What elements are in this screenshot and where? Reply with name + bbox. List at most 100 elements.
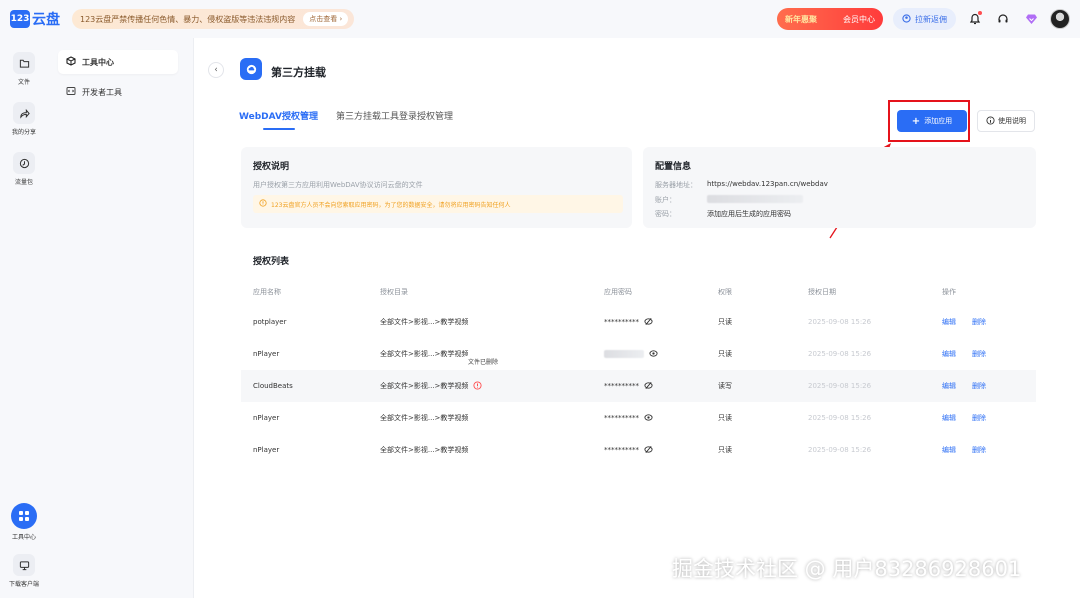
column-header: 授权目录: [380, 288, 408, 296]
rail-item-tool-center[interactable]: 工具中心: [0, 503, 48, 541]
avatar[interactable]: [1050, 9, 1070, 29]
notice-text: 123云盘严禁传播任何色情、暴力、侵权盗版等违法违规内容: [80, 14, 296, 24]
delete-button[interactable]: 删除: [972, 402, 986, 434]
invite-button[interactable]: 拉新返佣: [893, 8, 956, 30]
app-password-revealed-blurred: [604, 350, 644, 358]
app-password: **********: [604, 414, 639, 422]
eye-off-icon[interactable]: [644, 317, 653, 328]
config-label: 账户：: [655, 196, 676, 204]
eye-off-icon[interactable]: [644, 445, 653, 456]
sidebar-item-label: 开发者工具: [82, 87, 122, 97]
box-icon: [66, 56, 76, 68]
rail-item-files[interactable]: 文件: [0, 52, 48, 86]
edit-button[interactable]: 编辑: [942, 370, 956, 402]
auth-date: 2025-09-08 15:26: [808, 350, 872, 358]
security-warning: 123云盘官方人员不会向您索取应用密码，为了您的数据安全，请勿将应用密码告知任何…: [253, 195, 623, 213]
vip-diamond-icon[interactable]: [1022, 10, 1040, 28]
member-center-label: 会员中心: [843, 14, 875, 24]
config-card-title: 配置信息: [655, 162, 692, 172]
auth-dir: 全部文件>影视...>教学视频: [380, 382, 469, 390]
auth-dir: 全部文件>影视...>教学视频: [380, 446, 469, 454]
table-row[interactable]: nPlayer 全部文件>影视...>教学视频 只读 2025-09-08 15…: [241, 338, 1036, 370]
app-name: potplayer: [253, 318, 287, 326]
eye-icon[interactable]: [644, 413, 653, 424]
column-header: 授权日期: [808, 288, 836, 296]
sidebar-item-label: 工具中心: [82, 57, 114, 67]
rail-label: 流量包: [14, 179, 33, 186]
auth-date: 2025-09-08 15:26: [808, 382, 872, 390]
server-address[interactable]: https://webdav.123pan.cn/webdav: [707, 180, 828, 190]
table-row[interactable]: potplayer 全部文件>影视...>教学视频 ********** 只读 …: [241, 306, 1036, 338]
auth-dir: 全部文件>影视...>教学视频: [380, 414, 469, 422]
permission: 只读: [718, 414, 732, 422]
edit-button[interactable]: 编辑: [942, 306, 956, 338]
column-header: 操作: [942, 288, 956, 296]
eye-off-icon[interactable]: [644, 381, 653, 392]
deleted-warning-icon[interactable]: [473, 380, 482, 392]
notification-dot: [978, 11, 982, 15]
monitor-icon: [13, 554, 35, 576]
left-rail: 文件 我的分享 流量包 工具中心 下载客户端: [0, 38, 48, 598]
column-header: 权限: [718, 288, 732, 296]
folder-icon: [13, 52, 35, 74]
rail-label: 我的分享: [11, 129, 36, 136]
logo-text: 云盘: [32, 12, 60, 28]
auth-dir: 全部文件>影视...>教学视频: [380, 318, 469, 326]
edit-button[interactable]: 编辑: [942, 434, 956, 466]
rail-item-traffic[interactable]: 流量包: [0, 152, 48, 186]
edit-button[interactable]: 编辑: [942, 402, 956, 434]
secondary-sidebar: 工具中心 开发者工具: [48, 38, 194, 598]
delete-button[interactable]: 删除: [972, 306, 986, 338]
eye-icon[interactable]: [649, 349, 658, 360]
share-icon: [13, 102, 35, 124]
sidebar-item-developer-tools[interactable]: 开发者工具: [58, 80, 178, 104]
code-icon: [66, 86, 76, 98]
app-name: nPlayer: [253, 414, 280, 422]
rail-label: 文件: [17, 79, 30, 86]
grid-icon: [11, 503, 37, 529]
column-header: 应用密码: [604, 288, 632, 296]
auth-list-title: 授权列表: [253, 257, 290, 267]
invite-icon: [902, 13, 911, 25]
app-password: **********: [604, 382, 639, 390]
warning-icon: [259, 199, 267, 209]
account-blurred-value: [707, 195, 803, 203]
rail-item-shares[interactable]: 我的分享: [0, 102, 48, 136]
deleted-tooltip: 文件已删除: [465, 356, 502, 367]
rail-label: 工具中心: [11, 534, 36, 541]
delete-button[interactable]: 删除: [972, 434, 986, 466]
column-header: 应用名称: [253, 288, 281, 296]
config-row-password: 密码： 添加应用后生成的应用密码: [655, 209, 791, 219]
auth-date: 2025-09-08 15:26: [808, 446, 872, 454]
edit-button[interactable]: 编辑: [942, 338, 956, 370]
bell-icon[interactable]: [966, 10, 984, 28]
invite-label: 拉新返佣: [915, 14, 947, 24]
rail-item-download-client[interactable]: 下载客户端: [0, 554, 48, 588]
table-row[interactable]: nPlayer 全部文件>影视...>教学视频 ********** 只读 20…: [241, 434, 1036, 466]
auth-card-title: 授权说明: [253, 162, 290, 172]
app-name: CloudBeats: [253, 382, 293, 390]
top-bar: 123 云盘 123云盘严禁传播任何色情、暴力、侵权盗版等违法违规内容 点击查看…: [0, 0, 1080, 38]
password-hint: 添加应用后生成的应用密码: [707, 210, 791, 218]
config-row-server: 服务器地址： https://webdav.123pan.cn/webdav: [655, 180, 828, 190]
auth-date: 2025-09-08 15:26: [808, 318, 872, 326]
delete-button[interactable]: 删除: [972, 338, 986, 370]
member-promo-button[interactable]: 新年惠聚 会员中心: [777, 8, 883, 30]
auth-date: 2025-09-08 15:26: [808, 414, 872, 422]
delete-button[interactable]: 删除: [972, 370, 986, 402]
logo[interactable]: 123 云盘: [10, 9, 60, 29]
traffic-icon: [13, 152, 35, 174]
app-name: nPlayer: [253, 350, 280, 358]
main-panel: ‹ 第三方挂载 WebDAV授权管理 第三方挂载工具登录授权管理 + 添加应用 …: [194, 38, 1080, 598]
config-label: 服务器地址：: [655, 181, 697, 189]
sidebar-item-tool-center[interactable]: 工具中心: [58, 50, 178, 74]
notice-banner: 123云盘严禁传播任何色情、暴力、侵权盗版等违法违规内容 点击查看 ›: [72, 9, 355, 29]
notice-view-button[interactable]: 点击查看 ›: [303, 12, 349, 26]
headset-icon[interactable]: [994, 10, 1012, 28]
table-row[interactable]: nPlayer 全部文件>影视...>教学视频 ********** 只读 20…: [241, 402, 1036, 434]
app-password: **********: [604, 446, 639, 454]
app-password: **********: [604, 318, 639, 326]
permission: 只读: [718, 350, 732, 358]
table-row[interactable]: CloudBeats 全部文件>影视...>教学视频 ********** 读写…: [241, 370, 1036, 402]
app-name: nPlayer: [253, 446, 280, 454]
